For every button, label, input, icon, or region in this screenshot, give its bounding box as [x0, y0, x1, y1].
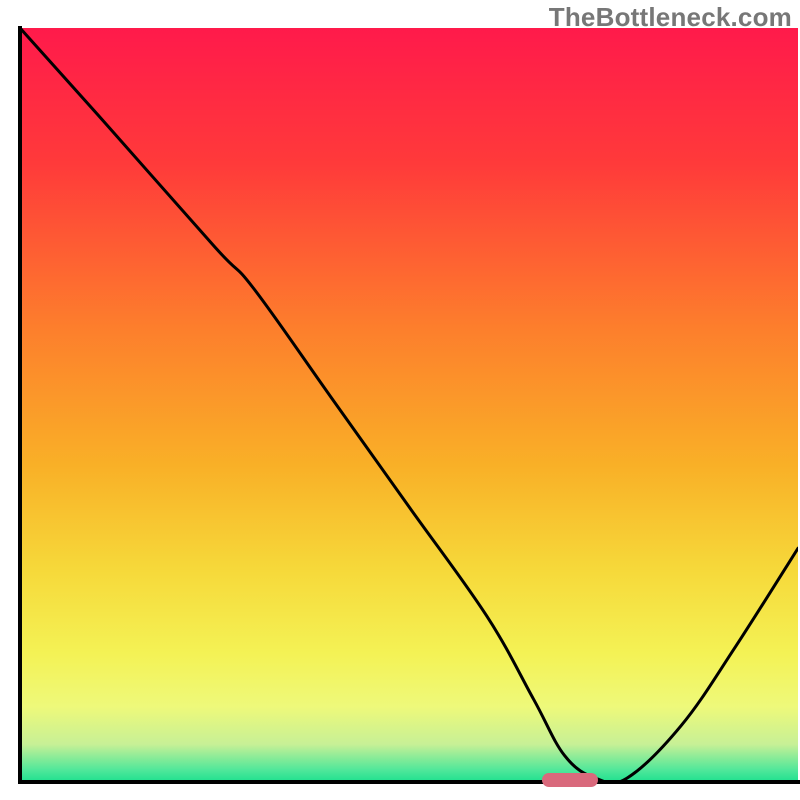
- chart-frame: TheBottleneck.com: [0, 0, 800, 800]
- chart-svg: [0, 0, 800, 800]
- watermark-text: TheBottleneck.com: [549, 2, 792, 33]
- optimal-marker: [542, 773, 598, 787]
- gradient-background: [20, 28, 798, 782]
